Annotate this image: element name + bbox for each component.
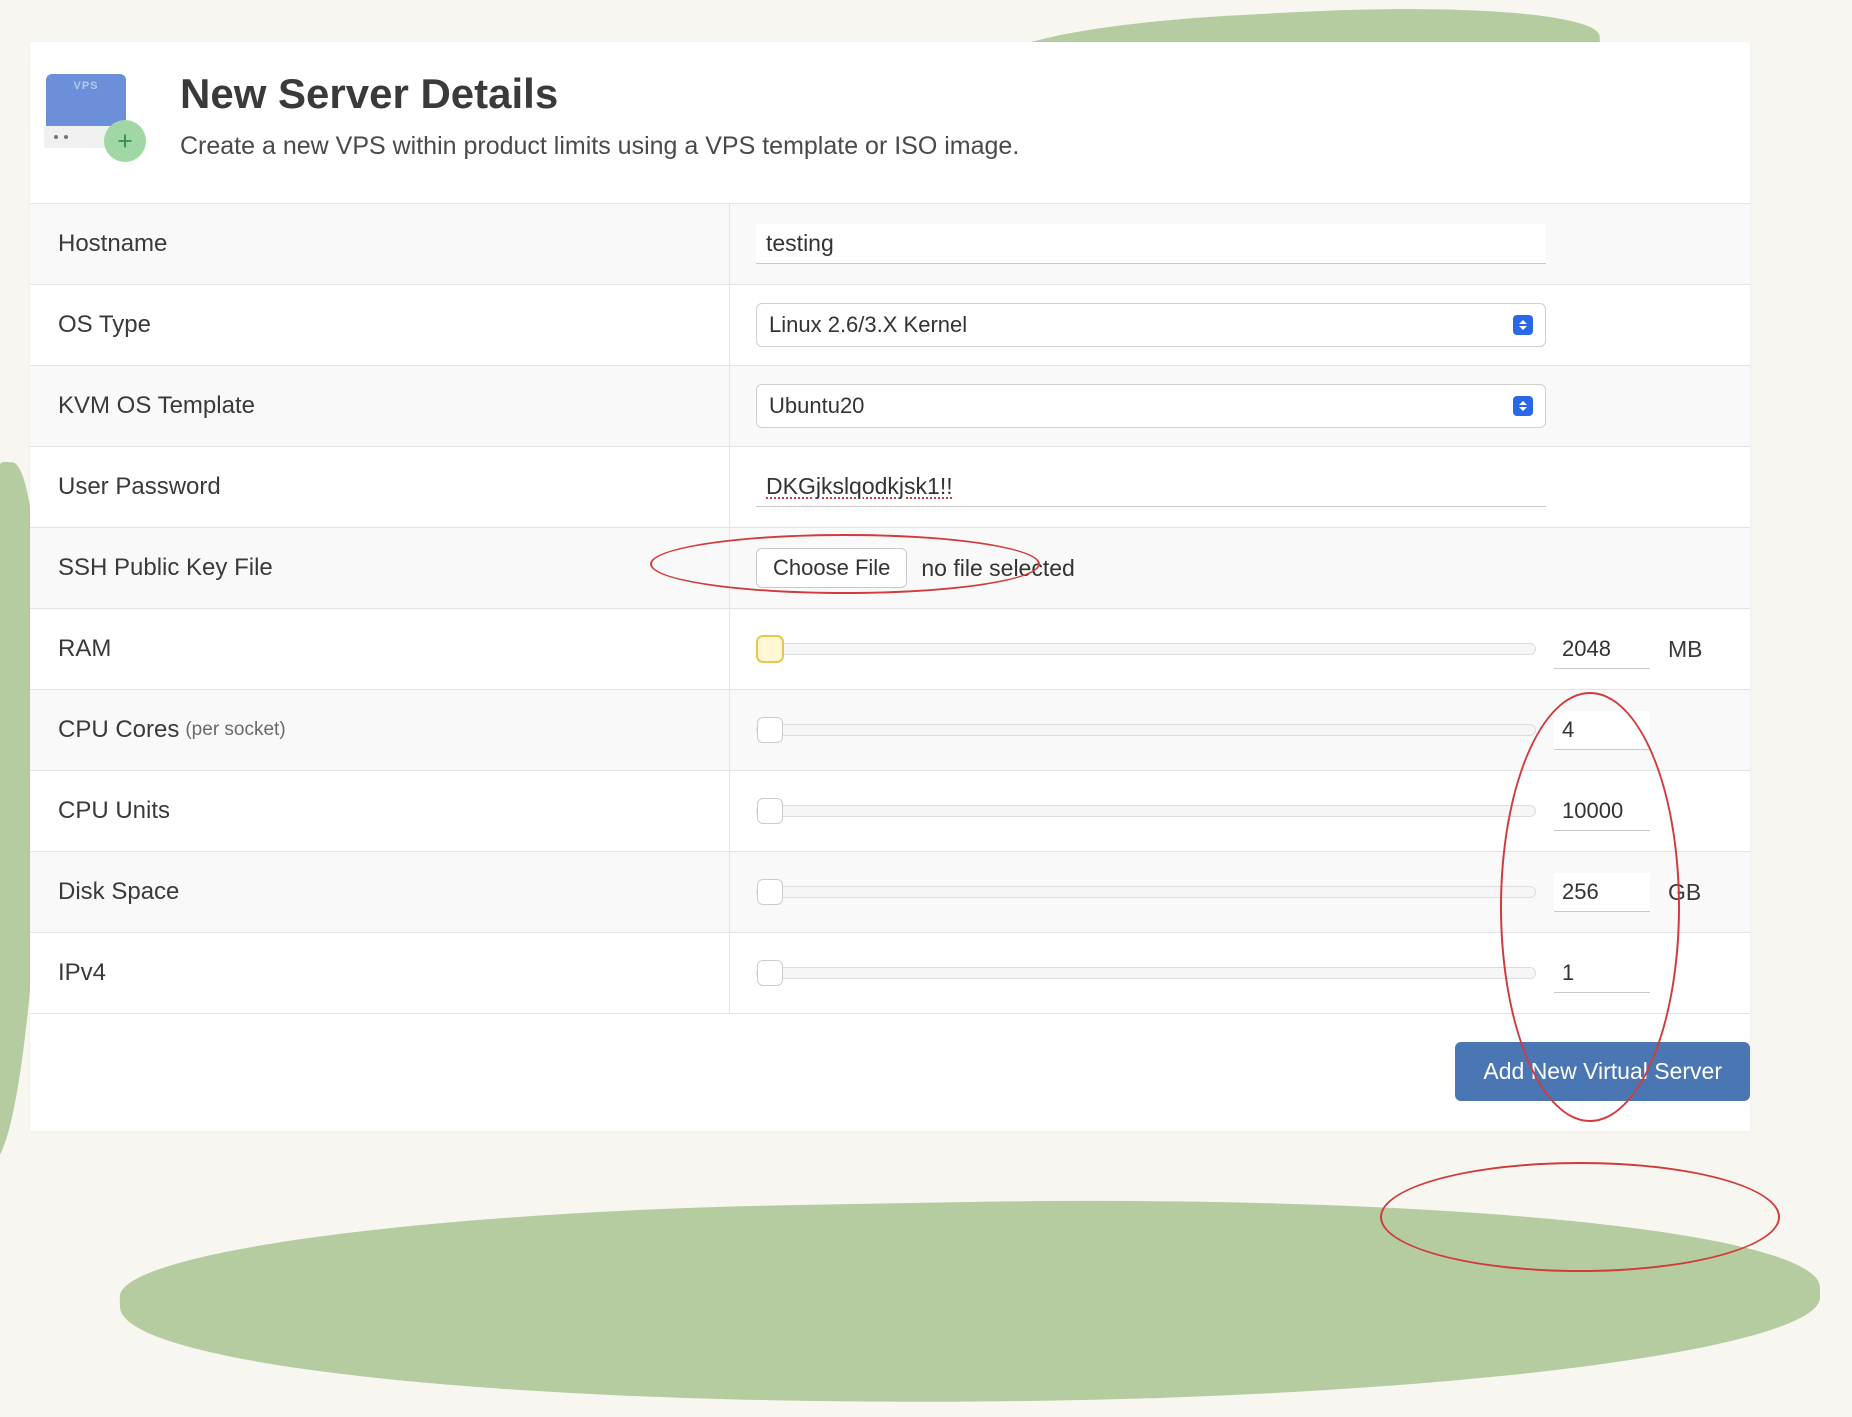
row-kvm-template: KVM OS Template Ubuntu20 xyxy=(30,366,1750,447)
ram-unit: MB xyxy=(1668,636,1712,663)
os-type-select[interactable]: Linux 2.6/3.X Kernel xyxy=(756,303,1546,347)
label-ram: RAM xyxy=(30,609,730,689)
row-hostname: Hostname xyxy=(30,204,1750,285)
row-os-type: OS Type Linux 2.6/3.X Kernel xyxy=(30,285,1750,366)
label-ipv4: IPv4 xyxy=(30,933,730,1013)
label-ssh-key: SSH Public Key File xyxy=(30,528,730,608)
hostname-input[interactable] xyxy=(756,224,1546,264)
chevron-updown-icon xyxy=(1513,315,1533,335)
cpu-units-slider[interactable] xyxy=(756,805,1536,817)
disk-input[interactable] xyxy=(1554,873,1650,912)
page-subtitle: Create a new VPS within product limits u… xyxy=(180,132,1019,161)
label-cpu-units: CPU Units xyxy=(30,771,730,851)
kvm-template-value: Ubuntu20 xyxy=(769,393,864,419)
os-type-value: Linux 2.6/3.X Kernel xyxy=(769,312,967,338)
cpu-cores-slider[interactable] xyxy=(756,724,1536,736)
ram-slider[interactable] xyxy=(756,643,1536,655)
label-kvm-template: KVM OS Template xyxy=(30,366,730,446)
user-password-input[interactable] xyxy=(756,467,1546,507)
file-status: no file selected xyxy=(921,555,1074,582)
row-cpu-cores: CPU Cores (per socket) xyxy=(30,690,1750,771)
background-decoration xyxy=(118,1187,1821,1417)
new-server-panel: New Server Details Create a new VPS with… xyxy=(30,42,1750,1131)
row-user-password: User Password xyxy=(30,447,1750,528)
label-hostname: Hostname xyxy=(30,204,730,284)
label-cpu-cores: CPU Cores (per socket) xyxy=(30,690,730,770)
row-cpu-units: CPU Units xyxy=(30,771,1750,852)
disk-unit: GB xyxy=(1668,879,1712,906)
row-ram: RAM MB xyxy=(30,609,1750,690)
ipv4-input[interactable] xyxy=(1554,954,1650,993)
row-ssh-key: SSH Public Key File Choose File no file … xyxy=(30,528,1750,609)
row-disk: Disk Space GB xyxy=(30,852,1750,933)
vps-add-icon xyxy=(40,70,140,160)
page-title: New Server Details xyxy=(180,70,1019,118)
kvm-template-select[interactable]: Ubuntu20 xyxy=(756,384,1546,428)
slider-thumb[interactable] xyxy=(757,717,783,743)
add-server-button[interactable]: Add New Virtual Server xyxy=(1455,1042,1750,1101)
disk-slider[interactable] xyxy=(756,886,1536,898)
chevron-updown-icon xyxy=(1513,396,1533,416)
ram-input[interactable] xyxy=(1554,630,1650,669)
label-disk: Disk Space xyxy=(30,852,730,932)
row-ipv4: IPv4 xyxy=(30,933,1750,1014)
label-os-type: OS Type xyxy=(30,285,730,365)
ipv4-slider[interactable] xyxy=(756,967,1536,979)
slider-thumb[interactable] xyxy=(757,879,783,905)
plus-icon xyxy=(104,120,146,162)
label-user-password: User Password xyxy=(30,447,730,527)
slider-thumb[interactable] xyxy=(757,798,783,824)
choose-file-button[interactable]: Choose File xyxy=(756,548,907,588)
panel-header: New Server Details Create a new VPS with… xyxy=(30,42,1750,203)
slider-thumb[interactable] xyxy=(757,960,783,986)
cpu-units-input[interactable] xyxy=(1554,792,1650,831)
panel-footer: Add New Virtual Server xyxy=(30,1014,1750,1131)
server-form: Hostname OS Type Linux 2.6/3.X Kernel KV… xyxy=(30,203,1750,1014)
cpu-cores-input[interactable] xyxy=(1554,711,1650,750)
slider-thumb[interactable] xyxy=(757,636,783,662)
